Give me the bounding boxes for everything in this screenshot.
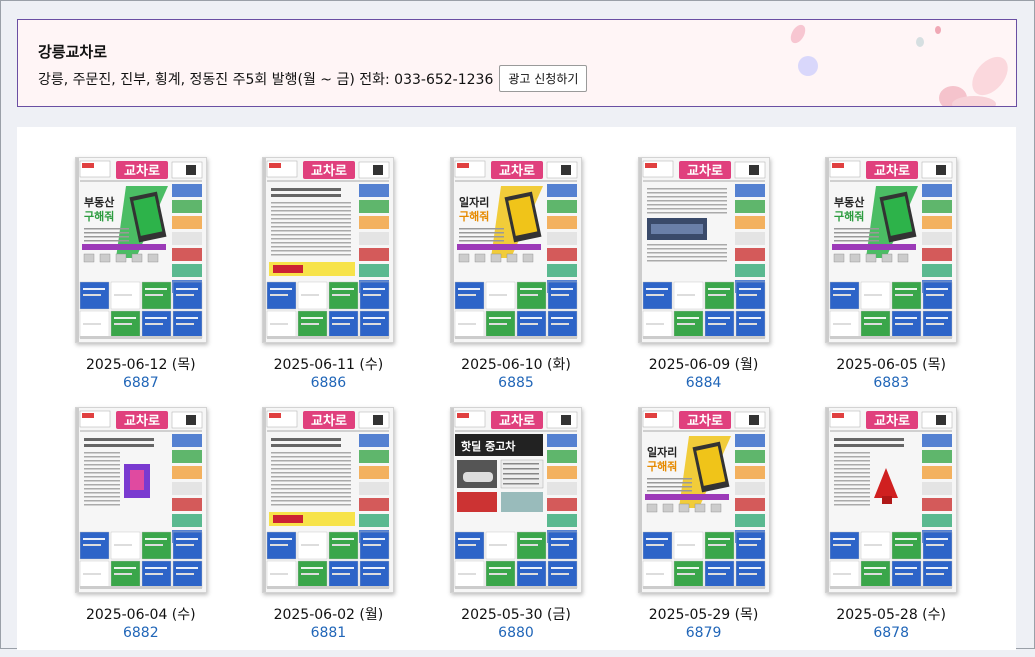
issue-cover-thumbnail[interactable]: 교차로부동산 구해줘 <box>74 157 207 343</box>
svg-text:교차로: 교차로 <box>124 413 160 429</box>
svg-text:교차로: 교차로 <box>499 413 535 429</box>
issue-date: 2025-06-11 (수) <box>273 357 384 373</box>
issue-card[interactable]: 교차로 2025-06-04 (수) 6882 <box>47 407 235 657</box>
svg-text:교차로: 교차로 <box>687 413 723 429</box>
issue-cover-thumbnail[interactable]: 교차로 <box>825 407 958 593</box>
issue-card[interactable]: 교차로 2025-06-02 (월) 6881 <box>235 407 423 657</box>
issue-date: 2025-06-04 (수) <box>85 607 196 623</box>
svg-text:핫딜 중고차: 핫딜 중고차 <box>461 439 516 453</box>
publication-info-row: 강릉, 주문진, 진부, 횡계, 정동진 주5회 발행(월 ~ 금) 전화: 0… <box>38 65 588 92</box>
publication-header: 강릉교차로 강릉, 주문진, 진부, 횡계, 정동진 주5회 발행(월 ~ 금)… <box>17 19 1017 107</box>
issue-card[interactable]: 교차로일자리 구해줘 2025-05-29 (목) 6879 <box>610 407 798 657</box>
issue-card[interactable]: 교차로부동산 구해줘 2025-06-05 (목) 6883 <box>797 157 985 407</box>
issue-cover-thumbnail[interactable]: 교차로 <box>637 157 770 343</box>
issue-cover-thumbnail[interactable]: 교차로 <box>262 407 395 593</box>
issue-number-link[interactable]: 6879 <box>686 625 722 641</box>
svg-text:부동산: 부동산 <box>84 195 114 209</box>
issue-cover-thumbnail[interactable]: 교차로일자리 구해줘 <box>637 407 770 593</box>
issue-date: 2025-05-29 (목) <box>648 607 759 623</box>
issue-number-link[interactable]: 6883 <box>873 375 909 391</box>
svg-text:교차로: 교차로 <box>499 163 535 179</box>
publication-title: 강릉교차로 <box>38 43 108 61</box>
issue-number-link[interactable]: 6886 <box>311 375 347 391</box>
svg-text:교차로: 교차로 <box>687 163 723 179</box>
issue-cover-thumbnail[interactable]: 교차로일자리 구해줘 <box>449 157 582 343</box>
svg-text:교차로: 교차로 <box>311 413 347 429</box>
issue-card[interactable]: 교차로일자리 구해줘 2025-06-10 (화) 6885 <box>422 157 610 407</box>
issue-grid: 교차로 부동산 구해줘 2025-06-12 (목) 6887 교차로 2025-06-11… <box>17 127 985 657</box>
svg-text:교차로: 교차로 <box>311 163 347 179</box>
svg-text:부동산: 부동산 <box>834 195 864 209</box>
svg-text:구해줘: 구해줘 <box>84 209 114 223</box>
issue-date: 2025-06-12 (목) <box>85 357 196 373</box>
svg-text:일자리: 일자리 <box>647 445 677 459</box>
svg-text:교차로: 교차로 <box>874 163 910 179</box>
issue-date: 2025-06-09 (월) <box>648 357 759 373</box>
issue-cover-thumbnail[interactable]: 교차로 <box>262 157 395 343</box>
issue-cover-thumbnail[interactable]: 교차로핫딜 중고차 <box>449 407 582 593</box>
issue-date: 2025-05-28 (수) <box>836 607 946 623</box>
issue-number-link[interactable]: 6885 <box>498 375 534 391</box>
issue-number-link[interactable]: 6882 <box>123 625 159 641</box>
issue-number-link[interactable]: 6887 <box>123 375 159 391</box>
issue-number-link[interactable]: 6880 <box>498 625 534 641</box>
issue-card[interactable]: 교차로 2025-06-11 (수) 6886 <box>235 157 423 407</box>
petal-decoration-icon <box>790 24 1008 106</box>
issue-list-panel: 교차로 부동산 구해줘 2025-06-12 (목) 6887 교차로 2025-06-11… <box>17 127 1016 650</box>
svg-text:구해줘: 구해줘 <box>459 209 489 223</box>
browser-frame: 강릉교차로 강릉, 주문진, 진부, 횡계, 정동진 주5회 발행(월 ~ 금)… <box>0 0 1035 650</box>
issue-card[interactable]: 교차로 2025-06-09 (월) 6884 <box>610 157 798 407</box>
svg-text:교차로: 교차로 <box>874 413 910 429</box>
svg-text:교차로: 교차로 <box>124 163 160 179</box>
issue-number-link[interactable]: 6881 <box>311 625 347 641</box>
issue-card[interactable]: 교차로부동산 구해줘 2025-06-12 (목) 6887 <box>47 157 235 407</box>
issue-card[interactable]: 교차로핫딜 중고차 2025-05-30 (금) 6880 <box>422 407 610 657</box>
issue-date: 2025-06-10 (화) <box>461 357 571 373</box>
svg-text:일자리: 일자리 <box>459 195 489 209</box>
svg-text:구해줘: 구해줘 <box>834 209 864 223</box>
issue-number-link[interactable]: 6884 <box>686 375 722 391</box>
ad-apply-button[interactable]: 광고 신청하기 <box>499 65 588 92</box>
issue-number-link[interactable]: 6878 <box>873 625 909 641</box>
issue-date: 2025-05-30 (금) <box>461 607 571 623</box>
issue-cover-thumbnail[interactable]: 교차로 <box>74 407 207 593</box>
issue-date: 2025-06-02 (월) <box>273 607 384 623</box>
issue-card[interactable]: 교차로 2025-05-28 (수) 6878 <box>797 407 985 657</box>
svg-text:구해줘: 구해줘 <box>647 459 677 473</box>
publication-info: 강릉, 주문진, 진부, 횡계, 정동진 주5회 발행(월 ~ 금) 전화: 0… <box>38 71 494 88</box>
issue-cover-thumbnail[interactable]: 교차로부동산 구해줘 <box>825 157 958 343</box>
issue-date: 2025-06-05 (목) <box>836 357 946 373</box>
